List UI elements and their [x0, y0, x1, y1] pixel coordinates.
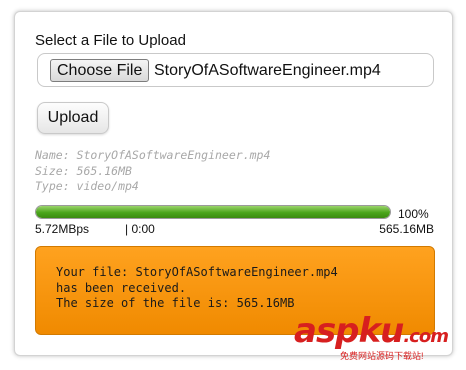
file-info-name: Name: StoryOfASoftwareEngineer.mp4: [35, 148, 271, 162]
upload-heading: Select a File to Upload: [35, 32, 186, 49]
file-info-size: Size: 565.16MB: [35, 163, 132, 178]
total-size: 565.16MB: [379, 222, 434, 236]
selected-file-name: StoryOfASoftwareEngineer.mp4: [154, 62, 381, 79]
upload-button[interactable]: Upload: [37, 102, 109, 134]
time-remaining: | 0:00: [125, 222, 155, 236]
choose-file-button[interactable]: Choose File: [50, 59, 150, 82]
progress-bar: [35, 205, 391, 219]
watermark-logo: aspku.com 免费网站源码下载站!: [294, 312, 464, 368]
result-line-1: Your file: StoryOfASoftwareEngineer.mp4: [56, 265, 338, 279]
progress-percent: 100%: [398, 207, 429, 221]
file-input-field[interactable]: Choose File StoryOfASoftwareEngineer.mp4: [37, 53, 434, 87]
transfer-speed: 5.72MBps: [35, 222, 90, 236]
watermark-tagline: 免费网站源码下载站!: [340, 351, 424, 361]
file-info-type: Type: video/mp4: [35, 179, 139, 193]
result-line-3: The size of the file is: 565.16MB: [56, 296, 295, 310]
upload-panel: Select a File to Upload Choose File Stor…: [14, 11, 453, 356]
progress-bar-fill: [36, 206, 390, 218]
file-info: Name: StoryOfASoftwareEngineer.mp4 Size:…: [35, 148, 270, 195]
result-line-2: has been received.: [56, 280, 187, 295]
upload-result-text: Your file: StoryOfASoftwareEngineer.mp4 …: [56, 265, 338, 312]
